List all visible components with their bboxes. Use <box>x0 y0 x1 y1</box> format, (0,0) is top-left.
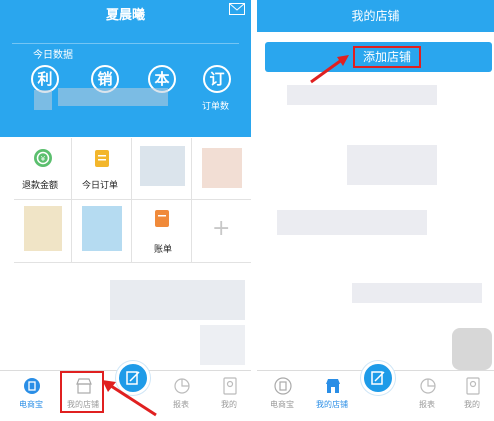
blurred-content <box>24 206 62 251</box>
today-data-label: 今日数据 <box>33 50 73 61</box>
tab-label: 我的 <box>221 400 237 409</box>
user-name-title: 夏晨曦 <box>105 8 145 23</box>
add-function-cell[interactable]: + <box>192 200 251 263</box>
compose-button[interactable] <box>361 361 395 395</box>
my-store-header: 我的店铺 <box>257 0 494 32</box>
tab-label: 报表 <box>173 400 189 409</box>
tab-dianshangbao[interactable]: 电商宝 <box>257 371 307 421</box>
bill-label: 账单 <box>154 245 173 255</box>
grid-cell-blurred[interactable] <box>132 138 192 200</box>
tab-label: 报表 <box>419 400 435 409</box>
blurred-content <box>110 280 245 320</box>
tab-report[interactable]: 报表 <box>402 371 452 421</box>
clipboard-icon <box>95 150 109 167</box>
blurred-content <box>200 325 245 365</box>
today-orders-label: 今日订单 <box>82 181 119 191</box>
today-orders-cell[interactable]: 今日订单 <box>72 138 132 200</box>
user-card-icon <box>223 377 237 395</box>
tab-mine[interactable]: 我的 <box>204 371 251 421</box>
edit-icon <box>371 371 385 385</box>
grid-cell-blurred[interactable] <box>192 138 251 200</box>
bill-cell[interactable]: 账单 <box>132 200 192 263</box>
add-store-button[interactable]: 添加店铺 <box>265 42 492 72</box>
blurred-thumbnail <box>452 328 492 370</box>
right-screen: 我的店铺 添加店铺 电商宝 我的店铺 报表 我的 <box>257 0 494 421</box>
grid-cell-blurred[interactable] <box>14 200 72 263</box>
blurred-value <box>58 88 168 106</box>
tab-label: 电商宝 <box>19 400 43 409</box>
refund-amount-label: 退款金额 <box>22 181 59 191</box>
bill-icon <box>155 210 169 227</box>
profit-circle[interactable]: 利 <box>31 65 59 93</box>
shop-coin-icon <box>24 378 40 394</box>
left-screen: 夏晨曦 今日数据 利 销 本 订 订单数 ¥ 退款金额 今日订单 账单 + 电商… <box>0 0 251 421</box>
arrow-icon <box>102 380 157 417</box>
function-grid: ¥ 退款金额 今日订单 账单 + <box>14 138 251 263</box>
user-card-icon <box>466 377 480 395</box>
blurred-content <box>352 283 482 303</box>
tab-label: 我的 <box>464 400 480 409</box>
add-store-label: 添加店铺 <box>353 46 421 68</box>
tab-dianshangbao[interactable]: 电商宝 <box>6 371 56 421</box>
pie-chart-icon <box>174 378 190 394</box>
refund-icon: ¥ <box>34 149 52 167</box>
orders-circle[interactable]: 订 <box>203 65 231 93</box>
blurred-content <box>82 206 122 251</box>
order-count-label: 订单数 <box>202 102 230 112</box>
highlight-box <box>60 371 104 413</box>
mail-icon[interactable] <box>229 3 245 15</box>
today-data-header: 夏晨曦 今日数据 利 销 本 订 订单数 <box>0 0 251 137</box>
grid-cell-blurred[interactable] <box>72 200 132 263</box>
tab-mine[interactable]: 我的 <box>447 371 494 421</box>
blurred-content <box>277 210 427 235</box>
tab-label: 我的店铺 <box>316 400 348 409</box>
blurred-content <box>347 145 437 185</box>
refund-amount-cell[interactable]: ¥ 退款金额 <box>14 138 72 200</box>
header-divider <box>12 43 239 44</box>
pie-chart-icon <box>420 378 436 394</box>
blurred-content <box>287 85 437 105</box>
shop-coin-icon <box>274 377 292 395</box>
tab-report[interactable]: 报表 <box>156 371 206 421</box>
blurred-content <box>202 148 242 188</box>
bottom-tabbar: 电商宝 我的店铺 报表 我的 <box>257 361 494 421</box>
blurred-value <box>34 90 52 110</box>
arrow-icon <box>310 55 349 84</box>
blurred-content <box>140 146 185 186</box>
tab-label: 电商宝 <box>270 400 294 409</box>
plus-icon: + <box>212 216 231 241</box>
store-icon <box>326 379 340 393</box>
svg-text:¥: ¥ <box>41 155 46 163</box>
tab-my-store[interactable]: 我的店铺 <box>307 371 357 421</box>
